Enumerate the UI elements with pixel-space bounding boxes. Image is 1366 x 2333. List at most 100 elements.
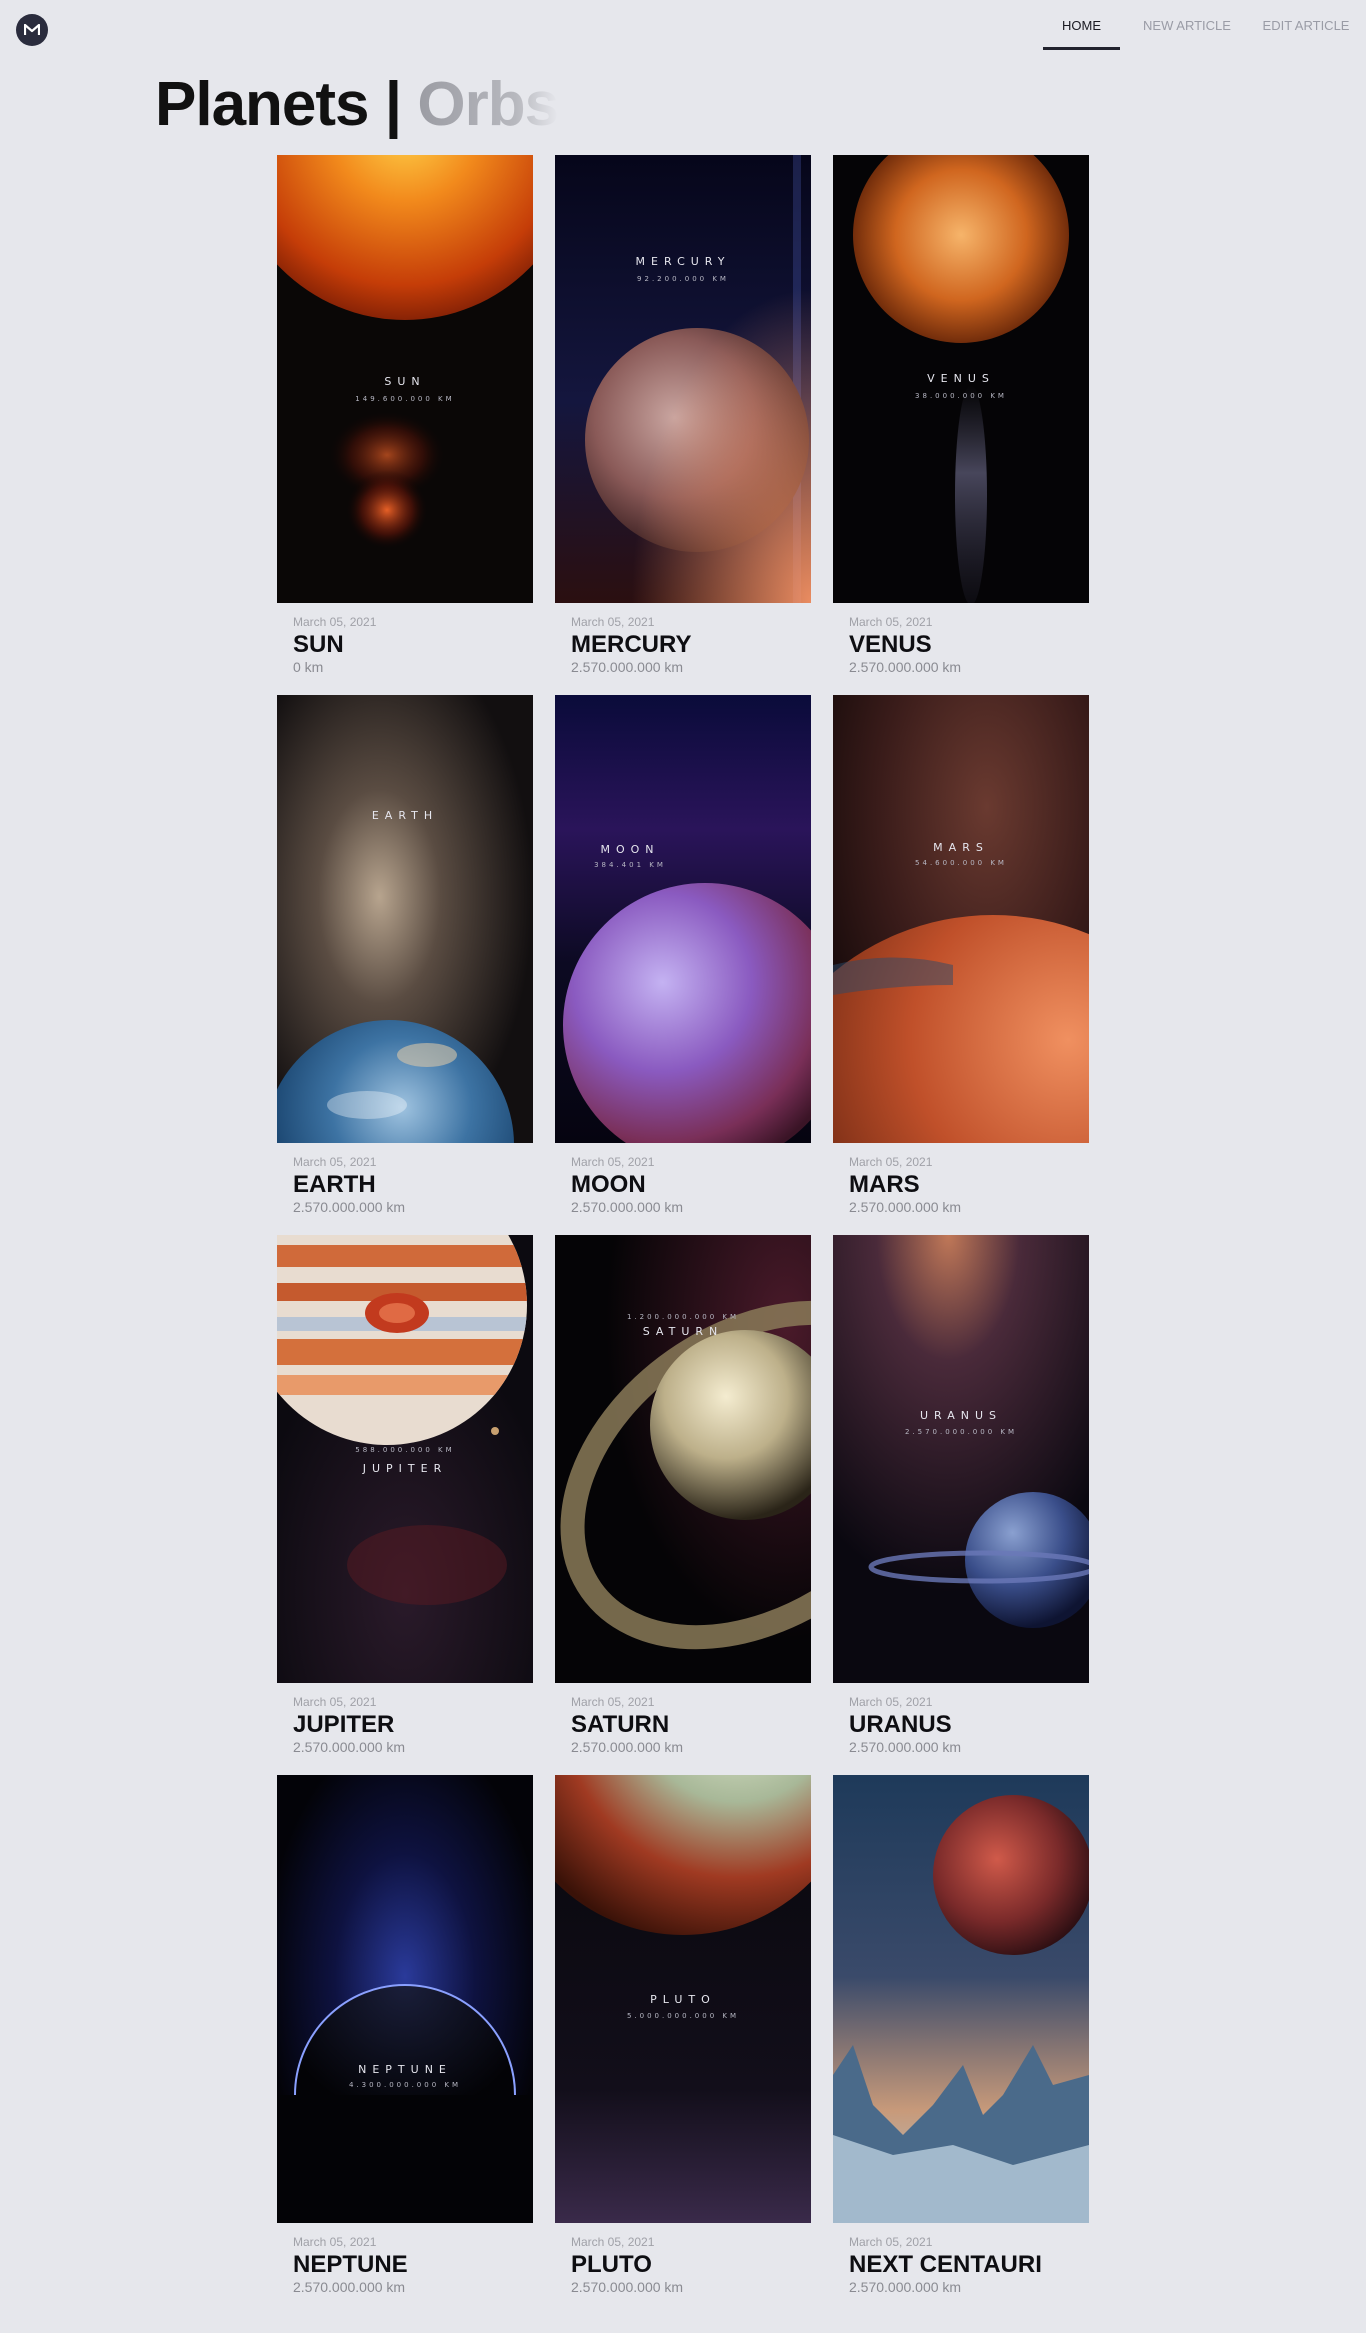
planet-card-neptune[interactable]: NEPTUNE 4.300.000.000 KM March 05, 2021 … — [277, 1775, 533, 2295]
logo-icon — [24, 24, 40, 35]
planet-card-mercury[interactable]: MERCURY 92.200.000 KM March 05, 2021 MER… — [555, 155, 811, 675]
poster-distance-moon: 384.401 KM — [594, 861, 666, 869]
poster-title-saturn: SATURN — [643, 1325, 724, 1338]
planet-card-jupiter[interactable]: 588.000.000 KM JUPITER March 05, 2021 JU… — [277, 1235, 533, 1755]
planet-image-jupiter[interactable]: 588.000.000 KM JUPITER — [277, 1235, 533, 1683]
card-date: March 05, 2021 — [571, 1155, 655, 1169]
poster-distance-mercury: 92.200.000 KM — [637, 275, 729, 283]
card-meta: March 05, 2021 JUPITER 2.570.000.000 km — [293, 1695, 533, 1756]
card-meta: March 05, 2021 NEPTUNE 2.570.000.000 km — [293, 2235, 533, 2296]
planet-image-saturn[interactable]: 1.200.000.000 KM SATURN — [555, 1235, 811, 1683]
planet-image-moon[interactable]: MOON 384.401 KM — [555, 695, 811, 1143]
poster-distance-sun: 149.600.000 KM — [355, 395, 454, 403]
card-meta: March 05, 2021 URANUS 2.570.000.000 km — [849, 1695, 1089, 1756]
planet-card-pluto[interactable]: PLUTO 5.000.000.000 KM March 05, 2021 PL… — [555, 1775, 811, 2295]
poster-title-uranus: URANUS — [920, 1409, 1002, 1422]
card-title[interactable]: PLUTO — [571, 2251, 811, 2279]
planet-card-earth[interactable]: EARTH March 05, 2021 EARTH 2.570.000.000… — [277, 695, 533, 1215]
card-meta: March 05, 2021 MOON 2.570.000.000 km — [571, 1155, 811, 1216]
card-title[interactable]: URANUS — [849, 1711, 1089, 1739]
card-date: March 05, 2021 — [849, 615, 933, 629]
card-date: March 05, 2021 — [293, 1155, 377, 1169]
card-title[interactable]: MARS — [849, 1171, 1089, 1199]
card-date: March 05, 2021 — [293, 615, 377, 629]
planet-card-mars[interactable]: MARS 54.600.000 KM March 05, 2021 MARS 2… — [833, 695, 1089, 1215]
card-distance: 2.570.000.000 km — [293, 2279, 406, 2295]
card-title[interactable]: SUN — [293, 631, 533, 659]
card-date: March 05, 2021 — [849, 1155, 933, 1169]
card-date: March 05, 2021 — [571, 2235, 655, 2249]
card-distance: 2.570.000.000 km — [849, 659, 962, 675]
poster-distance-saturn: 1.200.000.000 KM — [627, 1313, 739, 1321]
card-date: March 05, 2021 — [293, 1695, 377, 1709]
card-title[interactable]: EARTH — [293, 1171, 533, 1199]
page-title: Planets | Orbs — [155, 70, 559, 140]
card-meta: March 05, 2021 EARTH 2.570.000.000 km — [293, 1155, 533, 1216]
poster-distance-venus: 38.000.000 KM — [915, 392, 1007, 400]
card-date: March 05, 2021 — [571, 615, 655, 629]
page-title-sub: Orbs — [417, 70, 559, 139]
poster-distance-uranus: 2.570.000.000 KM — [905, 1428, 1017, 1436]
planet-image-pluto[interactable]: PLUTO 5.000.000.000 KM — [555, 1775, 811, 2223]
page-title-main: Planets — [155, 70, 370, 139]
poster-title-pluto: PLUTO — [650, 1993, 716, 2006]
logo[interactable] — [16, 14, 48, 46]
poster-title-moon: MOON — [600, 843, 659, 856]
poster-title-jupiter: JUPITER — [362, 1462, 448, 1475]
top-bar: HOME NEW ARTICLE EDIT ARTICLE — [0, 0, 1366, 60]
card-meta: March 05, 2021 PLUTO 2.570.000.000 km — [571, 2235, 811, 2296]
poster-distance-mars: 54.600.000 KM — [915, 859, 1007, 867]
planet-image-next-centauri[interactable] — [833, 1775, 1089, 2223]
planet-image-neptune[interactable]: NEPTUNE 4.300.000.000 KM — [277, 1775, 533, 2223]
card-distance: 2.570.000.000 km — [849, 1739, 962, 1755]
poster-distance-pluto: 5.000.000.000 KM — [627, 2012, 739, 2020]
planet-card-uranus[interactable]: URANUS 2.570.000.000 KM March 05, 2021 U… — [833, 1235, 1089, 1755]
card-date: March 05, 2021 — [571, 1695, 655, 1709]
card-date: March 05, 2021 — [849, 1695, 933, 1709]
poster-title-mars: MARS — [933, 841, 989, 854]
planet-card-venus[interactable]: VENUS 38.000.000 KM March 05, 2021 VENUS… — [833, 155, 1089, 675]
card-distance: 2.570.000.000 km — [849, 1199, 962, 1215]
planet-image-mars[interactable]: MARS 54.600.000 KM — [833, 695, 1089, 1143]
planet-image-mercury[interactable]: MERCURY 92.200.000 KM — [555, 155, 811, 603]
card-meta: March 05, 2021 NEXT CENTAURI 2.570.000.0… — [849, 2235, 1089, 2296]
card-meta: March 05, 2021 MARS 2.570.000.000 km — [849, 1155, 1089, 1216]
main-nav: HOME NEW ARTICLE EDIT ARTICLE — [1043, 0, 1366, 50]
card-meta: March 05, 2021 SATURN 2.570.000.000 km — [571, 1695, 811, 1756]
planet-card-moon[interactable]: MOON 384.401 KM March 05, 2021 MOON 2.57… — [555, 695, 811, 1215]
planet-card-next-centauri[interactable]: March 05, 2021 NEXT CENTAURI 2.570.000.0… — [833, 1775, 1089, 2295]
poster-distance-neptune: 4.300.000.000 KM — [349, 2081, 461, 2089]
card-distance: 2.570.000.000 km — [849, 2279, 962, 2295]
page-title-separator: | — [384, 70, 402, 139]
card-distance: 2.570.000.000 km — [571, 659, 684, 675]
nav-home[interactable]: HOME — [1043, 0, 1120, 50]
poster-distance-jupiter: 588.000.000 KM — [355, 1446, 454, 1454]
card-distance: 2.570.000.000 km — [571, 2279, 684, 2295]
planet-image-venus[interactable]: VENUS 38.000.000 KM — [833, 155, 1089, 603]
card-title[interactable]: SATURN — [571, 1711, 811, 1739]
card-title[interactable]: MERCURY — [571, 631, 811, 659]
poster-title-neptune: NEPTUNE — [358, 2063, 452, 2076]
poster-title-mercury: MERCURY — [636, 255, 731, 268]
card-title[interactable]: NEXT CENTAURI — [849, 2251, 1089, 2279]
card-title[interactable]: JUPITER — [293, 1711, 533, 1739]
planet-image-earth[interactable]: EARTH — [277, 695, 533, 1143]
card-distance: 2.570.000.000 km — [293, 1199, 406, 1215]
nav-edit-article[interactable]: EDIT ARTICLE — [1262, 0, 1350, 50]
card-meta: March 05, 2021 SUN 0 km — [293, 615, 533, 676]
card-distance: 0 km — [293, 659, 324, 675]
planet-card-saturn[interactable]: 1.200.000.000 KM SATURN March 05, 2021 S… — [555, 1235, 811, 1755]
card-distance: 2.570.000.000 km — [293, 1739, 406, 1755]
card-title[interactable]: VENUS — [849, 631, 1089, 659]
planet-image-sun[interactable]: SUN 149.600.000 KM — [277, 155, 533, 603]
nav-new-article[interactable]: NEW ARTICLE — [1142, 0, 1232, 50]
poster-title-sun: SUN — [384, 375, 425, 388]
poster-title-earth: EARTH — [372, 809, 438, 822]
card-meta: March 05, 2021 VENUS 2.570.000.000 km — [849, 615, 1089, 676]
card-distance: 2.570.000.000 km — [571, 1739, 684, 1755]
planet-card-sun[interactable]: SUN 149.600.000 KM March 05, 2021 SUN 0 … — [277, 155, 533, 675]
planet-image-uranus[interactable]: URANUS 2.570.000.000 KM — [833, 1235, 1089, 1683]
card-title[interactable]: NEPTUNE — [293, 2251, 533, 2279]
card-date: March 05, 2021 — [293, 2235, 377, 2249]
card-title[interactable]: MOON — [571, 1171, 811, 1199]
